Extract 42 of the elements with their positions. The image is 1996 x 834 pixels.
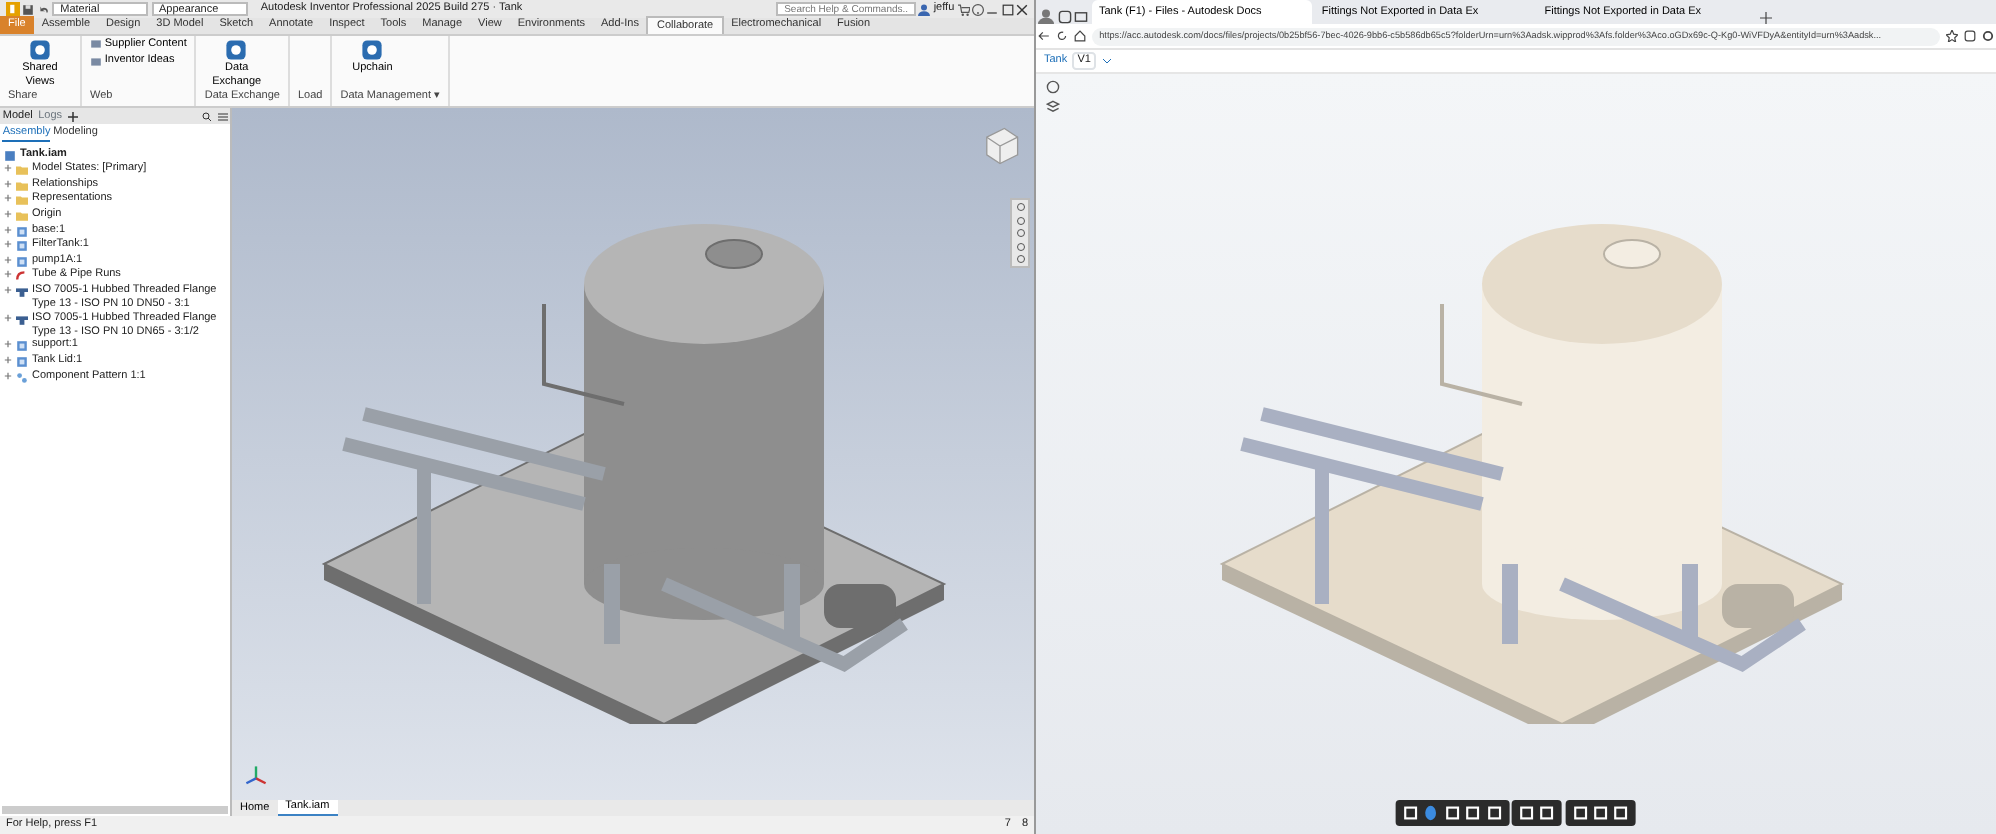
save-icon[interactable] [22,3,35,15]
assembly-icon [4,149,16,162]
add-icon[interactable] [67,111,78,121]
expand-icon[interactable] [4,225,12,234]
pan-icon[interactable] [1422,804,1441,822]
expand-icon[interactable] [4,270,12,279]
expand-icon[interactable] [4,255,12,264]
flange-icon [16,313,28,326]
menu-icon[interactable] [217,111,228,121]
layers-icon[interactable] [1045,99,1059,113]
pipe-icon [16,270,28,283]
expand-icon[interactable] [4,356,12,365]
search-icon[interactable] [201,111,212,121]
home-icon[interactable] [1073,30,1086,42]
expand-icon[interactable] [4,240,12,249]
expand-icon[interactable] [4,164,12,173]
expand-icon[interactable] [4,210,12,218]
favorite-icon[interactable] [1946,30,1959,42]
expand-icon[interactable] [4,179,12,188]
expand-icon[interactable] [4,340,12,349]
pattern-icon [16,371,28,384]
refresh-icon[interactable] [1056,30,1069,42]
caret-icon[interactable] [1101,56,1112,66]
part-icon [16,340,28,353]
user-icon [918,3,931,15]
profile-avatar-icon[interactable] [1038,8,1055,24]
new-tab-icon[interactable] [1759,12,1772,24]
expand-icon[interactable] [4,194,12,203]
expand-icon[interactable] [4,285,12,294]
maximize-icon[interactable] [1001,3,1014,15]
back-icon[interactable] [1038,30,1051,42]
horizontal-scrollbar[interactable] [2,805,228,814]
part-icon [16,356,28,369]
undo-icon[interactable] [37,3,50,15]
axis-triad-icon [244,764,268,788]
help-icon[interactable] [971,3,984,15]
close-icon[interactable] [1016,3,1028,15]
expand-icon[interactable] [4,313,12,322]
flange-icon [16,285,28,298]
expand-icon[interactable] [4,371,12,380]
app-logo-icon [6,2,20,16]
cart-icon[interactable] [957,3,969,15]
